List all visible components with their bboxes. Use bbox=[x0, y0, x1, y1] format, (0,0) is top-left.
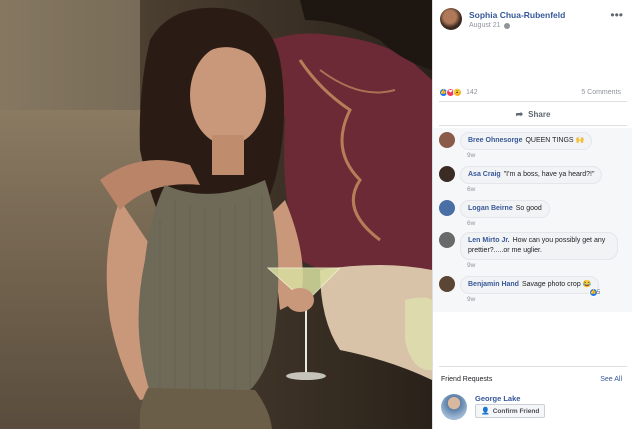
comment-time[interactable]: 9w bbox=[467, 152, 475, 159]
globe-icon bbox=[503, 22, 510, 29]
share-label: Share bbox=[528, 109, 551, 119]
commenter-avatar[interactable] bbox=[439, 132, 455, 148]
share-icon: ➦ bbox=[515, 108, 524, 119]
commenter-avatar[interactable] bbox=[439, 200, 455, 216]
comment-text: "I'm a boss, have ya heard?!" bbox=[503, 171, 595, 178]
friend-requests-title: Friend Requests bbox=[441, 376, 493, 383]
wow-icon[interactable]: 😮 bbox=[453, 87, 462, 97]
divider bbox=[439, 366, 627, 367]
commenter-name[interactable]: Benjamin Hand bbox=[468, 281, 519, 288]
commenter-avatar[interactable] bbox=[439, 166, 455, 182]
friend-request-avatar[interactable] bbox=[441, 394, 467, 420]
post-photo[interactable] bbox=[0, 0, 432, 429]
author-name[interactable]: Sophia Chua-Rubenfeld bbox=[469, 10, 565, 20]
comment-time[interactable]: 9w bbox=[467, 262, 475, 269]
confirm-friend-label: Confirm Friend bbox=[492, 407, 540, 415]
post-date-text[interactable]: August 21 bbox=[469, 22, 501, 29]
commenter-avatar[interactable] bbox=[439, 232, 455, 248]
see-all-link[interactable]: See All bbox=[600, 376, 622, 383]
post-side-panel: Sophia Chua-Rubenfeld August 21 ••• 👍 ❤ … bbox=[432, 0, 632, 429]
commenter-avatar[interactable] bbox=[439, 276, 455, 292]
comment-bubble: Asa Craig "I'm a boss, have ya heard?!" bbox=[460, 166, 603, 184]
reactions-bar: 👍 ❤ 😮 142 5 Comments bbox=[439, 86, 627, 98]
author-avatar[interactable] bbox=[440, 8, 462, 30]
comment-bubble: Logan Beirne So good bbox=[460, 200, 550, 218]
post-header: Sophia Chua-Rubenfeld August 21 ••• bbox=[433, 0, 632, 40]
comment-bubble: Len Mirto Jr. How can you possibly get an… bbox=[460, 232, 618, 260]
add-friend-icon: 👤 bbox=[481, 408, 490, 415]
divider bbox=[439, 125, 627, 126]
friend-request-name[interactable]: George Lake bbox=[475, 394, 520, 403]
photo-image bbox=[0, 0, 432, 429]
comment-text: Savage photo crop 😂 bbox=[521, 281, 592, 288]
comment-time[interactable]: 9w bbox=[467, 296, 475, 303]
comment-like-badge[interactable]: 👍 5 bbox=[589, 288, 600, 297]
comment-count[interactable]: 5 Comments bbox=[581, 89, 621, 96]
comment-text: So good bbox=[515, 205, 542, 212]
more-icon[interactable]: ••• bbox=[610, 8, 623, 22]
comment-bubble: Bree Ohnesorge QUEEN TINGS 🙌 bbox=[460, 132, 593, 150]
reaction-count[interactable]: 142 bbox=[466, 89, 478, 96]
comment-time[interactable]: 6w bbox=[467, 186, 475, 193]
commenter-name[interactable]: Asa Craig bbox=[468, 171, 501, 178]
commenter-name[interactable]: Logan Beirne bbox=[468, 205, 513, 212]
divider bbox=[439, 101, 627, 102]
post-date: August 21 bbox=[469, 22, 510, 29]
comment-time[interactable]: 6w bbox=[467, 220, 475, 227]
commenter-name[interactable]: Len Mirto Jr. bbox=[468, 237, 510, 244]
comment-like-count: 5 bbox=[597, 289, 601, 296]
comment-bubble: Benjamin Hand Savage photo crop 😂 bbox=[460, 276, 600, 294]
commenter-name[interactable]: Bree Ohnesorge bbox=[468, 137, 522, 144]
confirm-friend-button[interactable]: 👤 Confirm Friend bbox=[475, 404, 546, 418]
share-button[interactable]: ➦ Share bbox=[433, 106, 632, 122]
comment-text: QUEEN TINGS 🙌 bbox=[525, 137, 585, 144]
comments-list: Bree Ohnesorge QUEEN TINGS 🙌 9w Asa Craig… bbox=[433, 128, 632, 312]
